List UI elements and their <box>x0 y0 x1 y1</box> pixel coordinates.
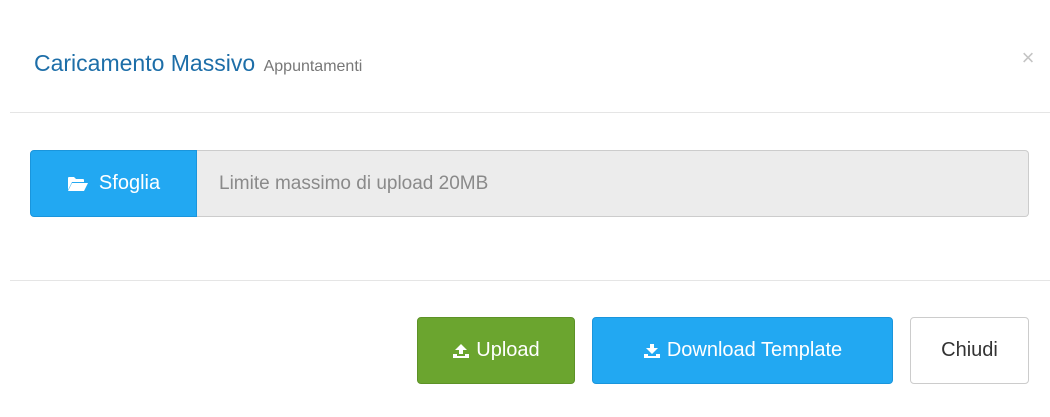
upload-icon <box>453 343 470 358</box>
modal-header: Caricamento Massivo Appuntamenti × <box>10 0 1050 113</box>
browse-button-label: Sfoglia <box>98 172 161 194</box>
modal-footer: Upload Download Template Chiudi <box>10 281 1050 417</box>
download-template-button[interactable]: Download Template <box>592 317 893 384</box>
download-icon <box>643 343 660 358</box>
download-template-button-label: Download Template <box>666 339 843 361</box>
bulk-upload-modal: Caricamento Massivo Appuntamenti × Sfogl… <box>0 0 1050 417</box>
modal-title: Caricamento Massivo Appuntamenti <box>34 48 362 82</box>
file-path-input[interactable]: Limite massimo di upload 20MB <box>197 150 1029 217</box>
close-button[interactable]: Chiudi <box>910 317 1029 384</box>
modal-title-subtitle: Appuntamenti <box>263 58 363 75</box>
modal-title-main: Caricamento Massivo <box>34 50 256 76</box>
upload-button-label: Upload <box>476 339 540 361</box>
modal-body: Sfoglia Limite massimo di upload 20MB <box>10 113 1050 281</box>
close-icon[interactable]: × <box>1016 44 1040 72</box>
upload-button[interactable]: Upload <box>417 317 575 384</box>
close-button-label: Chiudi <box>941 339 998 361</box>
file-input-group: Sfoglia Limite massimo di upload 20MB <box>30 150 1029 217</box>
browse-button[interactable]: Sfoglia <box>30 150 197 217</box>
folder-open-icon <box>67 176 88 191</box>
file-input-placeholder: Limite massimo di upload 20MB <box>219 172 489 194</box>
